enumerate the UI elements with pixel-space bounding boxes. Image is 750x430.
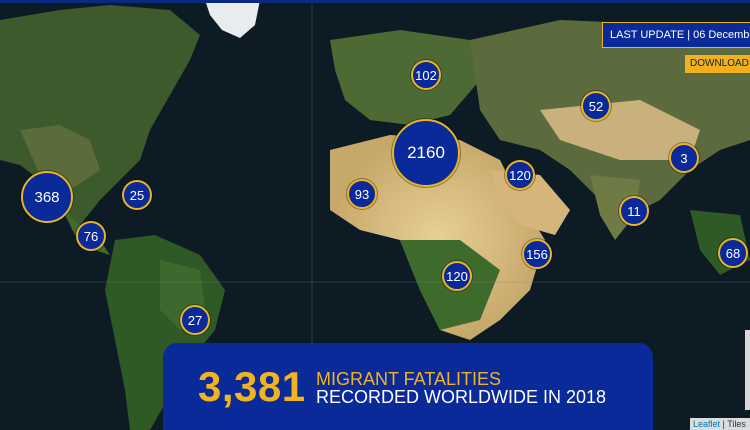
cluster-south-asia[interactable]: 11: [619, 196, 649, 226]
cluster-mediterranean[interactable]: 2160: [392, 119, 460, 187]
fatalities-count: 3,381: [198, 363, 306, 410]
tiles-label: Tiles: [727, 419, 746, 429]
side-panel-edge: [745, 330, 750, 410]
cluster-caribbean[interactable]: 25: [122, 180, 152, 210]
cluster-horn-of-africa[interactable]: 156: [522, 239, 552, 269]
world-map[interactable]: 368 25 76 27 102 2160 93 120 52 3 11 68 …: [0, 0, 750, 430]
fatalities-banner: 3,381 MIGRANT FATALITIES RECORDED WORLDW…: [163, 343, 653, 430]
cluster-southeast-asia[interactable]: 68: [718, 238, 748, 268]
cluster-europe-north[interactable]: 102: [411, 60, 441, 90]
map-attribution: Leaflet | Tiles: [690, 418, 750, 430]
cluster-central-america[interactable]: 76: [76, 221, 106, 251]
banner-subtitle: RECORDED WORLDWIDE IN 2018: [316, 387, 607, 407]
download-button[interactable]: DOWNLOAD: [685, 55, 750, 73]
top-border: [0, 0, 750, 3]
cluster-north-america-west[interactable]: 368: [21, 171, 73, 223]
cluster-west-africa[interactable]: 93: [347, 179, 377, 209]
last-update-label: LAST UPDATE | 06 December: [602, 22, 750, 48]
cluster-central-asia[interactable]: 52: [581, 91, 611, 121]
cluster-east-africa[interactable]: 120: [442, 261, 472, 291]
cluster-east-asia[interactable]: 3: [669, 143, 699, 173]
cluster-south-america[interactable]: 27: [180, 305, 210, 335]
leaflet-link[interactable]: Leaflet: [693, 419, 720, 429]
cluster-middle-east[interactable]: 120: [505, 160, 535, 190]
